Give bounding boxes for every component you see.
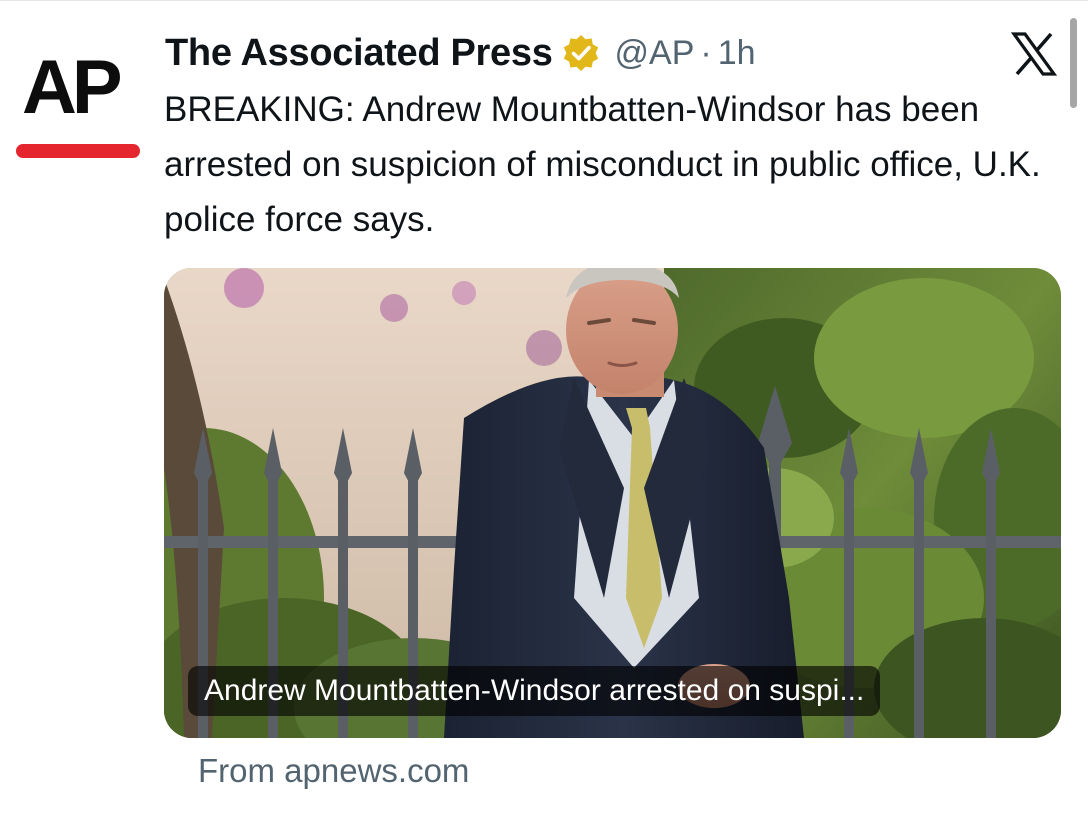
divider [0,0,1088,1]
ap-logo-red-bar [16,144,140,158]
scrollbar[interactable] [1070,18,1077,108]
post-text: BREAKING: Andrew Mountbatten-Windsor has… [164,90,1041,239]
link-card[interactable]: Andrew Mountbatten-Windsor arrested on s… [164,268,1061,738]
author-display-name[interactable]: The Associated Press [165,32,553,75]
separator-dot: · [700,33,712,72]
link-source[interactable]: From apnews.com [198,752,469,790]
post-header: The Associated Press @AP · 1h [165,30,756,76]
post-timestamp[interactable]: 1h [718,34,756,73]
x-post-screen: AP The Associated Press @AP · 1h BREAKIN… [0,0,1088,819]
link-card-caption[interactable]: Andrew Mountbatten-Windsor arrested on s… [188,666,881,716]
ap-avatar-logo[interactable]: AP [14,50,144,162]
verified-badge-icon[interactable] [561,33,601,73]
ap-logo-text: AP [22,45,123,130]
x-logo-icon [1010,32,1058,76]
author-handle[interactable]: @AP [615,34,695,73]
